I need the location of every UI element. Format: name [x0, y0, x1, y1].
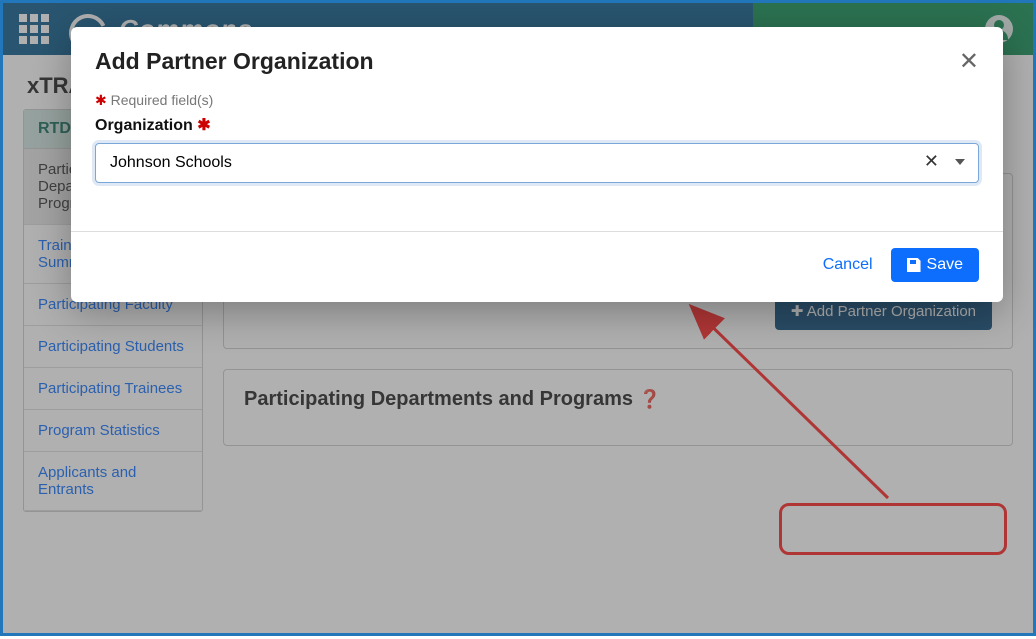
cancel-button[interactable]: Cancel: [823, 256, 873, 274]
chevron-down-icon[interactable]: [955, 159, 965, 165]
organization-label: Organization ✱: [95, 115, 979, 135]
required-note-text: Required field(s): [111, 92, 214, 108]
save-icon: [907, 258, 921, 272]
organization-label-text: Organization: [95, 117, 193, 134]
required-note: ✱ Required field(s): [95, 92, 979, 109]
save-button[interactable]: Save: [891, 248, 979, 282]
save-button-label: Save: [927, 256, 963, 274]
modal-title: Add Partner Organization: [95, 48, 374, 75]
organization-input[interactable]: [95, 143, 979, 183]
close-icon[interactable]: ✕: [959, 47, 979, 76]
clear-input-icon[interactable]: ✕: [924, 151, 939, 172]
add-partner-organization-modal: Add Partner Organization ✕ ✱ Required fi…: [71, 27, 1003, 302]
